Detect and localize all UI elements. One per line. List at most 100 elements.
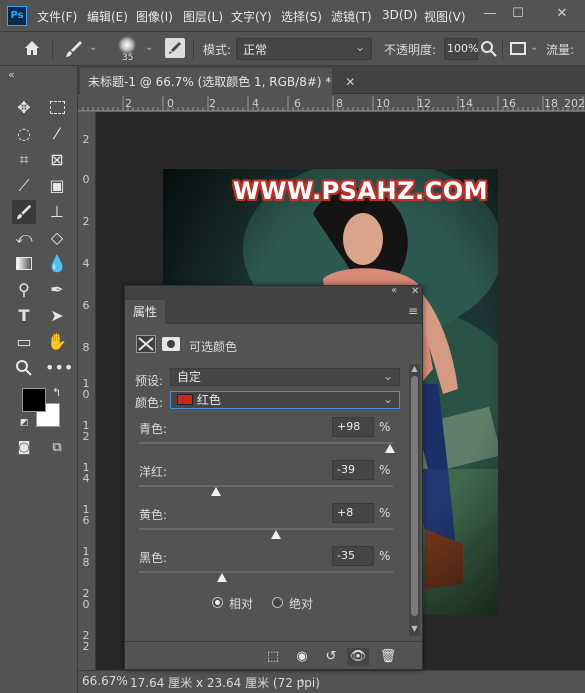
- black-slider-thumb[interactable]: [216, 573, 227, 582]
- scroll-up-icon[interactable]: ▲: [409, 364, 420, 374]
- menu-filter[interactable]: 滤镜(T): [331, 8, 372, 25]
- yellow-value-input[interactable]: +8: [332, 503, 374, 523]
- reset-icon[interactable]: ↺: [320, 648, 342, 666]
- ruler-label: 10: [376, 97, 390, 110]
- close-tab-icon[interactable]: ✕: [345, 75, 355, 89]
- chevron-down-icon[interactable]: ⌄: [145, 42, 153, 53]
- tab-properties[interactable]: 属性: [125, 300, 165, 324]
- preset-select[interactable]: 自定 ⌄: [170, 368, 400, 386]
- collapse-toolbar-icon[interactable]: «: [8, 68, 15, 81]
- cyan-slider-track[interactable]: [139, 442, 393, 444]
- magnifier-icon[interactable]: [480, 40, 498, 58]
- menu-file[interactable]: 文件(F): [37, 8, 77, 25]
- hand-tool-icon[interactable]: ✋: [45, 330, 69, 354]
- ruler-label: 18: [82, 545, 90, 569]
- menu-select[interactable]: 选择(S): [281, 8, 322, 25]
- visibility-eye-icon[interactable]: 👁: [347, 648, 369, 666]
- lasso-tool-icon[interactable]: ◌: [12, 122, 36, 146]
- ruler-label: 4: [82, 257, 90, 270]
- menu-edit[interactable]: 编辑(E): [87, 8, 128, 25]
- black-slider-track[interactable]: [139, 571, 393, 573]
- panel-scrollbar[interactable]: ▲ ▼: [409, 364, 420, 636]
- opacity-input[interactable]: 100%: [444, 38, 478, 60]
- chevron-down-icon[interactable]: ⌄: [89, 42, 97, 53]
- cyan-slider-thumb[interactable]: [385, 444, 396, 453]
- panel-menu-icon[interactable]: ≡: [408, 304, 418, 318]
- move-tool-icon[interactable]: ✥: [12, 96, 36, 120]
- stamp-tool-icon[interactable]: ⊥: [45, 200, 69, 224]
- gradient-tool-icon[interactable]: [12, 252, 36, 276]
- yellow-slider-track[interactable]: [139, 528, 393, 530]
- panel-title: 可选颜色: [189, 340, 238, 354]
- magenta-value-input[interactable]: -39: [332, 460, 374, 480]
- mode-select[interactable]: 正常 ⌄: [236, 38, 372, 60]
- panel-header[interactable]: « ✕: [125, 285, 422, 300]
- screen-mode-icon[interactable]: ⧉: [45, 436, 69, 460]
- scrollbar-thumb[interactable]: [411, 376, 418, 616]
- menu-3d[interactable]: 3D(D): [382, 8, 417, 22]
- marquee-tool-icon[interactable]: [45, 96, 69, 120]
- quick-mask-icon[interactable]: ◙: [12, 436, 36, 460]
- view-previous-state-icon[interactable]: ◉: [291, 648, 313, 666]
- magic-wand-tool-icon[interactable]: ⁄: [45, 122, 69, 146]
- relative-label: 相对: [229, 597, 254, 611]
- pen-tool-icon[interactable]: ✒: [45, 278, 69, 302]
- brush-preview-icon[interactable]: [118, 36, 136, 54]
- chevron-down-icon[interactable]: ⌄: [530, 42, 538, 53]
- scroll-down-icon[interactable]: ▼: [409, 624, 420, 634]
- document-tab[interactable]: 未标题-1 @ 66.7% (选取颜色 1, RGB/8#) * ✕: [80, 68, 355, 94]
- default-colors-icon[interactable]: ◩: [20, 418, 29, 428]
- brush-tool-button-icon[interactable]: [12, 200, 36, 224]
- collapse-panel-icon[interactable]: «: [391, 285, 397, 296]
- blur-tool-icon[interactable]: 💧: [45, 252, 69, 276]
- menu-type[interactable]: 文字(Y): [231, 8, 272, 25]
- close-button[interactable]: ✕: [548, 4, 576, 24]
- swap-colors-icon[interactable]: ↰: [52, 386, 61, 399]
- zoom-level[interactable]: 66.67%: [82, 674, 128, 688]
- eyedropper-tool-icon[interactable]: ⟋: [12, 174, 36, 198]
- type-tool-icon[interactable]: T: [12, 304, 36, 328]
- yellow-slider-thumb[interactable]: [271, 530, 282, 539]
- home-icon[interactable]: [22, 38, 44, 60]
- menu-view[interactable]: 视图(V): [424, 8, 466, 25]
- chevron-right-icon[interactable]: ›: [300, 674, 305, 688]
- rectangle-tool-icon[interactable]: ▭: [12, 330, 36, 354]
- history-brush-tool-icon[interactable]: ⤺: [12, 226, 36, 250]
- zoom-tool-icon[interactable]: [12, 356, 36, 380]
- percent-label: %: [379, 506, 391, 520]
- percent-label: %: [379, 549, 391, 563]
- ruler-vertical[interactable]: 2 0 2 4 6 8 10 12 14 16 18 20 22: [78, 112, 96, 670]
- ruler-label: 14: [459, 97, 473, 110]
- path-selection-tool-icon[interactable]: ➤: [45, 304, 69, 328]
- frame-tool-icon[interactable]: ⊠: [45, 148, 69, 172]
- magenta-slider-thumb[interactable]: [211, 487, 222, 496]
- eraser-tool-icon[interactable]: ◇: [45, 226, 69, 250]
- brush-size-label: 35: [122, 53, 134, 63]
- more-tools-icon[interactable]: •••: [45, 356, 73, 380]
- crop-tool-icon[interactable]: ⌗: [12, 148, 36, 172]
- menu-image[interactable]: 图像(I): [136, 8, 173, 25]
- maximize-button[interactable]: ☐: [504, 4, 532, 24]
- ruler-horizontal[interactable]: 2 0 2 4 6 8 10 12 14 16 18 20 22: [78, 94, 585, 112]
- absolute-radio[interactable]: [272, 597, 283, 608]
- black-value-input[interactable]: -35: [332, 546, 374, 566]
- brush-tool-icon[interactable]: [64, 39, 86, 59]
- menu-layer[interactable]: 图层(L): [183, 8, 223, 25]
- brush-settings-icon[interactable]: [165, 38, 185, 58]
- ruler-label: 22: [82, 629, 90, 653]
- minimize-button[interactable]: —: [476, 4, 504, 24]
- dodge-tool-icon[interactable]: ⚲: [12, 278, 36, 302]
- pressure-opacity-icon[interactable]: [510, 42, 526, 55]
- layer-mask-icon[interactable]: [162, 337, 180, 351]
- colors-value: 红色: [196, 393, 221, 407]
- close-panel-icon[interactable]: ✕: [411, 286, 419, 297]
- cyan-value-input[interactable]: +98: [332, 417, 374, 437]
- magenta-slider-track[interactable]: [139, 485, 393, 487]
- clip-to-layer-icon[interactable]: ⬚: [262, 648, 284, 666]
- 3d-material-tool-icon[interactable]: ▣: [45, 174, 69, 198]
- colors-select[interactable]: 红色 ⌄: [170, 391, 400, 409]
- percent-label: %: [379, 420, 391, 434]
- trash-icon[interactable]: 🗑: [377, 648, 399, 666]
- relative-radio[interactable]: [212, 597, 223, 608]
- foreground-color-swatch[interactable]: [22, 388, 46, 412]
